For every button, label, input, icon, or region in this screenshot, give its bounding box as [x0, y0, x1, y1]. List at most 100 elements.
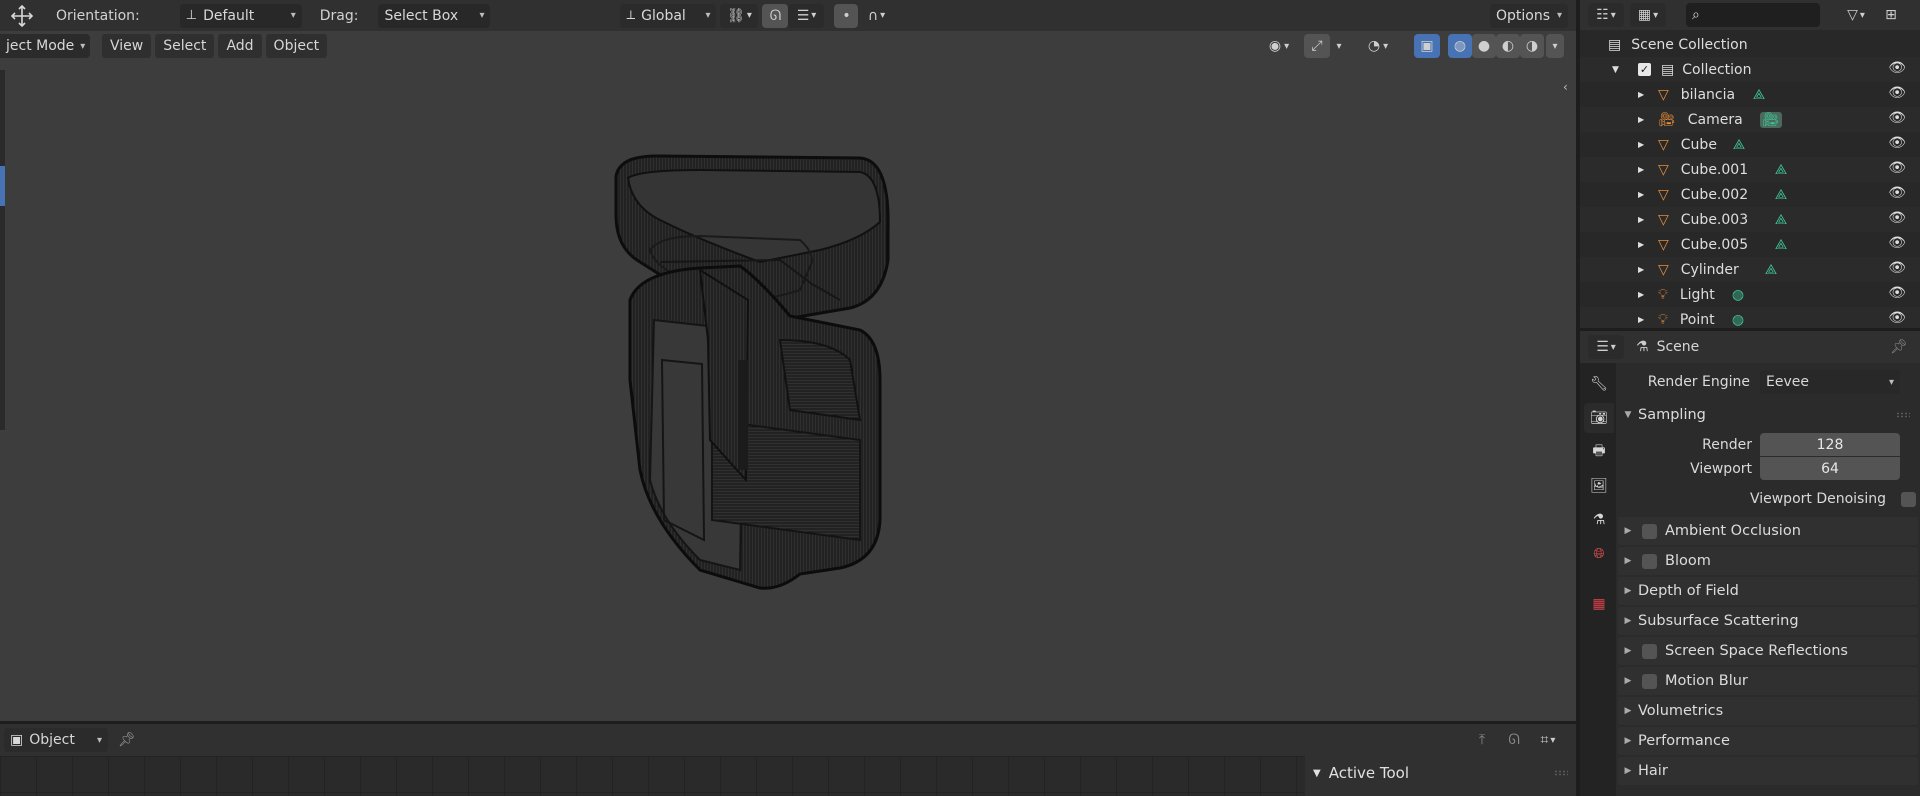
pin-icon[interactable]: 📌︎ [1890, 339, 1908, 355]
mesh-data-icon[interactable]: ⟁ [1753, 87, 1766, 103]
transform-tool-icon[interactable] [2, 4, 42, 28]
drag-dropdown[interactable]: Select Box ▾ [378, 3, 491, 28]
snap-toggle-icon[interactable]: ᘏ [762, 3, 789, 28]
eye-icon[interactable]: 👁︎ [1888, 260, 1906, 276]
list-item[interactable]: ▶ ▽ Cube ⟁ 👁︎ [1580, 132, 1920, 157]
mesh-data-icon[interactable]: ⟁ [1775, 162, 1788, 178]
expand-triangle-icon[interactable]: ▶ [1638, 215, 1650, 224]
xray-icon[interactable]: ▣ [1414, 34, 1440, 58]
output-tab-icon[interactable]: 🖶︎ [1584, 437, 1614, 467]
panel-ambient-occlusion[interactable]: ▶ Ambient Occlusion [1618, 517, 1918, 545]
expand-triangle-icon[interactable]: ▶ [1638, 290, 1650, 299]
collapse-triangle-icon[interactable]: ▼ [1612, 65, 1626, 75]
eye-icon[interactable]: 👁︎ [1888, 310, 1906, 326]
display-mode-icon[interactable]: ▦ ▾ [1630, 3, 1666, 27]
mesh-data-icon[interactable]: ⟁ [1775, 212, 1788, 228]
list-item[interactable]: ▶ ▽ Cylinder ⟁ 👁︎ [1580, 257, 1920, 282]
wireframe-object[interactable] [0, 0, 1576, 721]
panel-checkbox[interactable] [1642, 553, 1657, 569]
bottom-mode-dropdown[interactable]: ▣ Object ▾ [4, 728, 108, 752]
eye-icon[interactable]: 👁︎ [1888, 160, 1906, 176]
panel-bloom[interactable]: ▶ Bloom [1618, 547, 1918, 575]
transform-orientation-dropdown[interactable]: ⟂ Global ▾ [620, 3, 717, 28]
menu-object[interactable]: Object [265, 34, 328, 58]
pivot-point-icon[interactable]: ⛓ ▾ [720, 3, 759, 28]
panel-grip-icon[interactable] [1554, 770, 1568, 776]
scene-collection-row[interactable]: ▤ Scene Collection [1580, 32, 1920, 57]
expand-triangle-icon[interactable]: ▶ [1638, 140, 1650, 149]
list-item[interactable]: ▶ ▽ Cube.002 ⟁ 👁︎ [1580, 182, 1920, 207]
eye-icon[interactable]: 👁︎ [1888, 185, 1906, 201]
falloff-curve-icon[interactable]: ∩ ▾ [858, 4, 894, 28]
panel-motion-blur[interactable]: ▶ Motion Blur [1618, 667, 1918, 695]
new-collection-icon[interactable]: ⊞ [1880, 3, 1902, 27]
mesh-data-icon[interactable]: ⟁ [1733, 137, 1746, 153]
expand-triangle-icon[interactable]: ▶ [1638, 165, 1650, 174]
gizmo-icon[interactable]: ⤢ [1304, 34, 1330, 58]
collection-checkbox[interactable]: ✓ [1638, 63, 1651, 76]
eye-icon[interactable]: 👁︎ [1888, 135, 1906, 151]
visibility-icon[interactable]: ◉ ▾ [1262, 34, 1296, 58]
world-tab-icon[interactable]: 🌐︎ [1584, 539, 1614, 569]
render-samples-field[interactable]: 128 [1760, 433, 1900, 456]
solid-shading-icon[interactable]: ● [1472, 34, 1496, 58]
wireframe-shading-icon[interactable]: ◍ [1448, 34, 1472, 58]
orientation-dropdown[interactable]: ⊥ Default ▾ [179, 3, 302, 28]
panel-screen-space-reflections[interactable]: ▶ Screen Space Reflections [1618, 637, 1918, 665]
header-tool-icon-3[interactable]: ⌗ ▾ [1530, 728, 1566, 752]
pin-icon[interactable]: 📌︎ [116, 728, 138, 752]
panel-checkbox[interactable] [1642, 643, 1657, 659]
options-dropdown[interactable]: Options ▾ [1490, 3, 1568, 28]
mesh-data-icon[interactable]: ⟁ [1765, 262, 1778, 278]
expand-triangle-icon[interactable]: ▶ [1638, 265, 1650, 274]
header-tool-icon-1[interactable]: ⤒ [1470, 728, 1494, 752]
eye-icon[interactable]: 👁︎ [1888, 60, 1906, 76]
header-tool-icon-2[interactable]: ᘏ [1502, 728, 1526, 752]
light-data-icon[interactable]: ◍ [1732, 287, 1744, 303]
collection-row[interactable]: ▼ ✓ ▤ Collection 👁︎ [1580, 57, 1920, 82]
panel-subsurface-scattering[interactable]: ▶ Subsurface Scattering [1618, 607, 1918, 635]
snap-target-icon[interactable]: ☰ ▾ [788, 3, 825, 28]
menu-add[interactable]: Add [218, 34, 262, 58]
list-item[interactable]: ▶ ▽ bilancia ⟁ 👁︎ [1580, 82, 1920, 107]
properties-editor-type-icon[interactable]: ☰ ▾ [1588, 335, 1624, 359]
camera-data-icon[interactable]: 🎥︎ [1759, 111, 1782, 128]
gizmo-dropdown-icon[interactable]: ▾ [1332, 34, 1346, 58]
overlays-icon[interactable]: ◔ ▾ [1360, 34, 1396, 58]
timeline-grid[interactable] [0, 756, 1305, 796]
menu-select[interactable]: Select [155, 34, 215, 58]
panel-volumetrics[interactable]: ▶ Volumetrics [1618, 697, 1918, 725]
expand-triangle-icon[interactable]: ▶ [1638, 240, 1650, 249]
panel-hair[interactable]: ▶ Hair [1618, 757, 1918, 785]
expand-triangle-icon[interactable]: ▶ [1638, 115, 1650, 124]
outliner-search-input[interactable]: ⌕ [1686, 3, 1820, 27]
denoise-checkbox[interactable] [1901, 491, 1916, 507]
eye-icon[interactable]: 👁︎ [1888, 235, 1906, 251]
active-tool-panel-header[interactable]: ▼ Active Tool [1313, 764, 1409, 782]
mode-dropdown[interactable]: ject Mode ▾ [0, 34, 90, 58]
viewport-samples-field[interactable]: 64 [1760, 457, 1900, 480]
eye-icon[interactable]: 👁︎ [1888, 110, 1906, 126]
eye-icon[interactable]: 👁︎ [1888, 85, 1906, 101]
mesh-data-icon[interactable]: ⟁ [1775, 237, 1788, 253]
render-engine-dropdown[interactable]: Eevee ▾ [1760, 370, 1900, 394]
rendered-shading-icon[interactable]: ◑ [1520, 34, 1544, 58]
sampling-panel-header[interactable]: ▼ Sampling [1618, 401, 1918, 429]
expand-triangle-icon[interactable]: ▶ [1638, 315, 1650, 324]
render-tab-icon[interactable]: 📷︎ [1584, 403, 1614, 433]
list-item[interactable]: ▶ 💡︎ Light ◍ 👁︎ [1580, 282, 1920, 307]
shading-dropdown-icon[interactable]: ▾ [1546, 34, 1564, 58]
view-layer-tab-icon[interactable]: 🖼︎ [1584, 471, 1614, 501]
filter-icon[interactable]: ▽ ▾ [1838, 3, 1874, 27]
panel-grip-icon[interactable] [1896, 412, 1910, 418]
list-item[interactable]: ▶ 🎥︎ Camera 🎥︎ 👁︎ [1580, 107, 1920, 132]
expand-triangle-icon[interactable]: ▶ [1638, 190, 1650, 199]
eye-icon[interactable]: 👁︎ [1888, 210, 1906, 226]
list-item[interactable]: ▶ ▽ Cube.003 ⟁ 👁︎ [1580, 207, 1920, 232]
light-data-icon[interactable]: ◍ [1732, 312, 1744, 328]
proportional-edit-icon[interactable]: • [834, 3, 859, 28]
eye-icon[interactable]: 👁︎ [1888, 285, 1906, 301]
panel-checkbox[interactable] [1642, 673, 1657, 689]
panel-checkbox[interactable] [1642, 523, 1657, 539]
sidebar-toggle-icon[interactable]: ‹ [1563, 80, 1575, 98]
